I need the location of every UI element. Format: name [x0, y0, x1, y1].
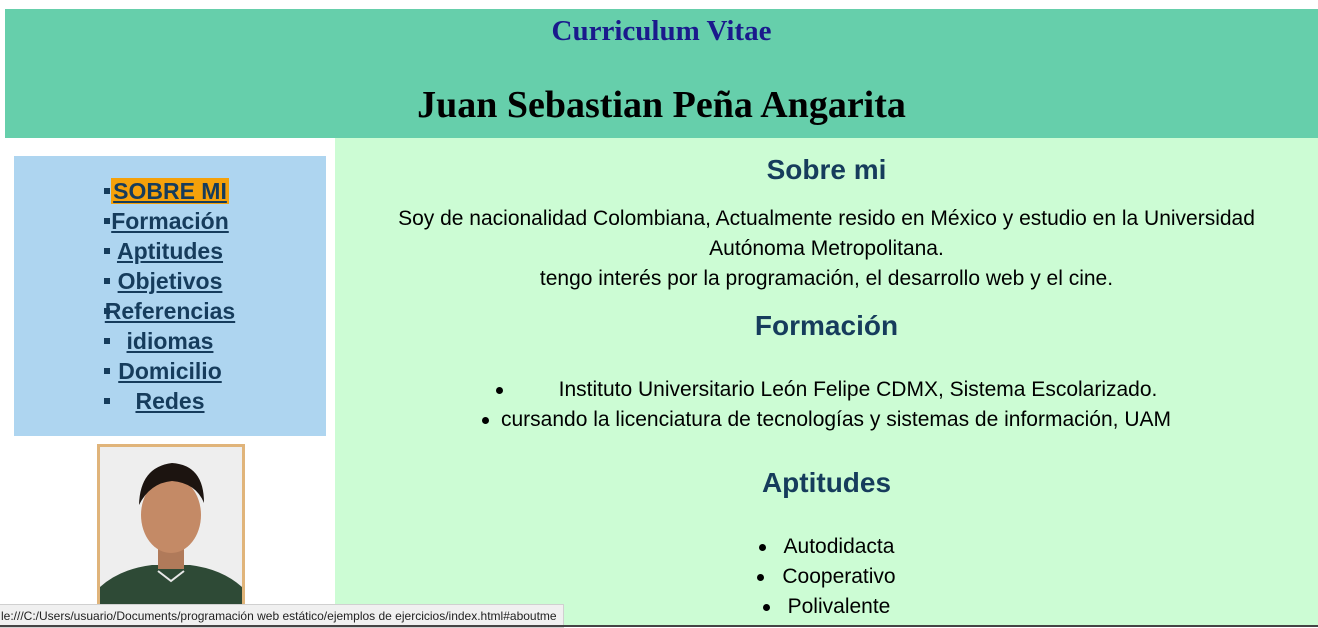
about-text-line-2: Autónoma Metropolitana. [709, 237, 944, 260]
bullet-icon [482, 416, 489, 424]
square-bullet-icon [104, 338, 110, 344]
square-bullet-icon [104, 188, 110, 194]
square-bullet-icon [104, 398, 110, 404]
about-text-line-1: Soy de nacionalidad Colombiana, Actualme… [398, 207, 1255, 230]
list-item: cursando la licenciatura de tecnologías … [335, 408, 1318, 432]
nav-item-sobre-mi: SOBRE MI [14, 176, 326, 206]
nav-link-referencias[interactable]: Referencias [103, 298, 237, 324]
bullet-icon [762, 603, 770, 611]
person-name: Juan Sebastian Peña Angarita [417, 84, 906, 126]
section-title-aptitudes: Aptitudes [761, 467, 892, 498]
square-bullet-icon [104, 248, 110, 254]
nav-link-objetivos[interactable]: Objetivos [116, 268, 225, 294]
nav-item-referencias: Referencias [14, 296, 326, 326]
nav-list: SOBRE MI Formación Aptitudes Objetivos R… [14, 176, 326, 416]
about-text-line-3: tengo interés por la programación, el de… [539, 267, 1114, 290]
nav-item-formacion: Formación [14, 206, 326, 236]
sidebar-nav: SOBRE MI Formación Aptitudes Objetivos R… [14, 156, 326, 436]
nav-link-domicilio[interactable]: Domicilio [116, 358, 224, 384]
list-item: Cooperativo [335, 565, 1318, 589]
square-bullet-icon [104, 308, 110, 314]
nav-link-idiomas[interactable]: idiomas [125, 328, 216, 354]
nav-item-redes: Redes [14, 386, 326, 416]
page-title: Curriculum Vitae [551, 15, 772, 47]
bullet-icon [757, 573, 765, 581]
section-title-sobre-mi: Sobre mi [766, 154, 887, 185]
nav-link-redes[interactable]: Redes [133, 388, 206, 414]
nav-item-idiomas: idiomas [14, 326, 326, 356]
nav-item-domicilio: Domicilio [14, 356, 326, 386]
bullet-icon [758, 543, 766, 551]
profile-photo [97, 444, 245, 620]
square-bullet-icon [104, 218, 110, 224]
nav-link-formacion[interactable]: Formación [109, 208, 231, 234]
nav-item-objetivos: Objetivos [14, 266, 326, 296]
person-portrait-icon [100, 447, 242, 617]
list-item: Instituto Universitario León Felipe CDMX… [335, 378, 1318, 402]
list-item: Autodidacta [335, 535, 1318, 559]
nav-item-aptitudes: Aptitudes [14, 236, 326, 266]
square-bullet-icon [104, 278, 110, 284]
header-banner: Curriculum Vitae Juan Sebastian Peña Ang… [5, 9, 1318, 138]
main-content: Sobre mi Soy de nacionalidad Colombiana,… [335, 138, 1318, 627]
square-bullet-icon [104, 368, 110, 374]
bullet-icon [495, 386, 503, 394]
nav-link-aptitudes[interactable]: Aptitudes [115, 238, 225, 264]
section-title-formacion: Formación [754, 310, 899, 341]
nav-link-sobre-mi[interactable]: SOBRE MI [111, 178, 229, 204]
